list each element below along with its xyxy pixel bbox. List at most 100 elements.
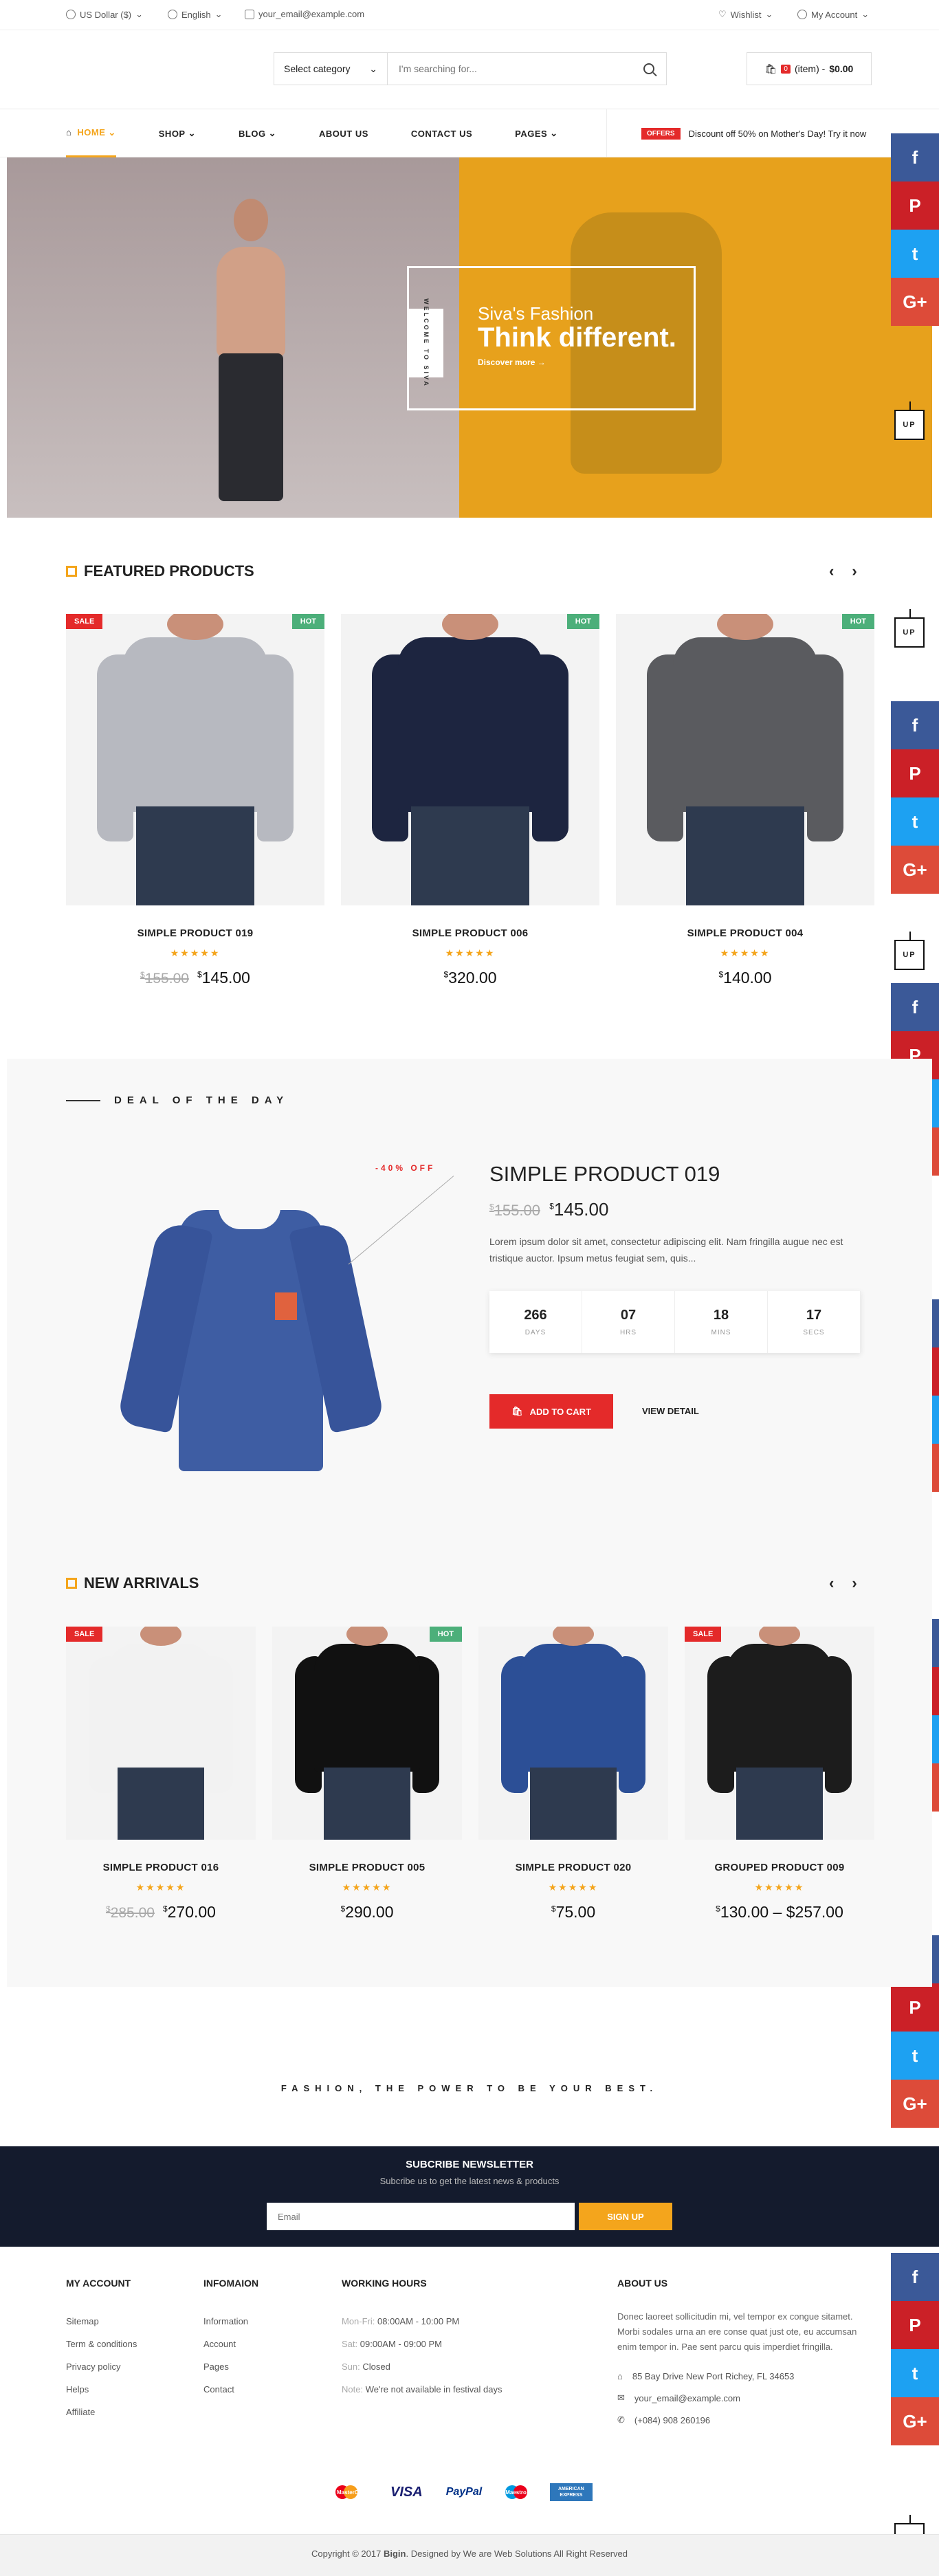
- product-card[interactable]: SALE HOT SIMPLE PRODUCT 019 ★★★★★ $155.00 $14…: [66, 614, 324, 987]
- cart-icon: 🛍: [764, 63, 777, 74]
- footer-my-account: MY ACCOUNT Sitemap Term & conditions Priva…: [66, 2278, 137, 2417]
- cart-button[interactable]: 🛍 0 (item) - $0.00: [747, 52, 872, 85]
- product-name[interactable]: SIMPLE PRODUCT 006: [341, 927, 599, 939]
- mail-icon: ✉: [617, 2392, 625, 2403]
- pinterest-icon[interactable]: P: [891, 749, 939, 797]
- product-image[interactable]: [478, 1627, 668, 1840]
- pinterest-icon[interactable]: P: [891, 2301, 939, 2349]
- hot-badge: HOT: [841, 614, 874, 629]
- sign-up-button[interactable]: SIGN UP: [579, 2203, 672, 2230]
- product-name[interactable]: SIMPLE PRODUCT 016: [66, 1862, 256, 1873]
- next-arrow-icon[interactable]: ›: [852, 1574, 857, 1592]
- chevron-down-icon: ⌄: [369, 63, 377, 74]
- product-image[interactable]: SALE: [66, 1627, 256, 1840]
- my-account-link[interactable]: My Account ⌄: [797, 9, 869, 20]
- product-card[interactable]: SIMPLE PRODUCT 020 ★★★★★ $75.00: [478, 1627, 668, 1922]
- deal-product-image[interactable]: [116, 1196, 386, 1485]
- social-share-bar: fPtG+: [891, 701, 939, 894]
- product-image[interactable]: HOT: [616, 614, 874, 905]
- visa-icon: VISA: [390, 2484, 423, 2500]
- footer-link[interactable]: Pages: [203, 2362, 258, 2372]
- facebook-icon[interactable]: f: [891, 133, 939, 181]
- email-field[interactable]: [267, 2203, 575, 2230]
- prev-arrow-icon[interactable]: ‹: [829, 1574, 834, 1592]
- product-image[interactable]: HOT: [272, 1627, 462, 1840]
- nav-item-shop[interactable]: SHOP ⌄: [159, 109, 196, 157]
- facebook-icon[interactable]: f: [891, 701, 939, 749]
- footer-link[interactable]: Affiliate: [66, 2407, 137, 2417]
- nav-item-home[interactable]: ⌂ HOME ⌄: [66, 109, 116, 157]
- countdown-hrs: 07 HRS: [582, 1291, 675, 1353]
- view-detail-link[interactable]: VIEW DETAIL: [642, 1406, 699, 1416]
- deal-discount-label: -40% OFF: [375, 1163, 436, 1173]
- product-card[interactable]: HOT SIMPLE PRODUCT 006 ★★★★★ $320.00: [341, 614, 599, 987]
- footer-link[interactable]: Account: [203, 2339, 258, 2349]
- topbar-email[interactable]: your_email@example.com: [245, 9, 364, 19]
- hours-row: Sun: Closed: [342, 2362, 390, 2372]
- email-row[interactable]: ✉ your_email@example.com: [617, 2392, 866, 2403]
- product-card[interactable]: HOT SIMPLE PRODUCT 004 ★★★★★ $140.00: [616, 614, 874, 987]
- hot-badge: HOT: [429, 1627, 462, 1642]
- top-bar: US Dollar ($) ⌄ English ⌄ your_email@examp…: [0, 0, 939, 30]
- product-price: $290.00: [272, 1903, 462, 1922]
- back-to-top-button[interactable]: UP: [894, 609, 925, 648]
- twitter-icon[interactable]: t: [891, 230, 939, 278]
- wishlist-link[interactable]: ♡ Wishlist ⌄: [718, 9, 773, 20]
- back-to-top-button[interactable]: UP: [894, 932, 925, 970]
- google-plus-icon[interactable]: G+: [891, 2397, 939, 2445]
- nav-item-blog[interactable]: BLOG ⌄: [239, 109, 276, 157]
- nav-item-contact[interactable]: CONTACT US: [411, 109, 472, 157]
- footer-link[interactable]: Helps: [66, 2384, 137, 2395]
- twitter-icon[interactable]: t: [891, 797, 939, 846]
- footer-link[interactable]: Contact: [203, 2384, 258, 2395]
- google-plus-icon[interactable]: G+: [891, 846, 939, 894]
- product-image[interactable]: HOT: [341, 614, 599, 905]
- header: Select category⌄ 🛍 0 (item) - $0.00: [0, 30, 939, 109]
- footer-link[interactable]: Sitemap: [66, 2316, 137, 2326]
- user-icon: [797, 10, 807, 19]
- product-name[interactable]: GROUPED PRODUCT 009: [685, 1862, 874, 1873]
- offer-banner[interactable]: OFFERS Discount off 50% on Mother's Day!…: [606, 109, 866, 157]
- language-selector[interactable]: English ⌄: [168, 9, 223, 20]
- product-card[interactable]: HOT SIMPLE PRODUCT 005 ★★★★★ $290.00: [272, 1627, 462, 1922]
- brand-link[interactable]: Bigin: [384, 2549, 406, 2559]
- chevron-down-icon: ⌄: [214, 9, 223, 19]
- pinterest-icon[interactable]: P: [891, 1983, 939, 2032]
- product-name[interactable]: SIMPLE PRODUCT 020: [478, 1862, 668, 1873]
- search-input[interactable]: [388, 53, 632, 85]
- product-image[interactable]: SALE HOT: [66, 614, 324, 905]
- currency-selector[interactable]: US Dollar ($) ⌄: [66, 9, 143, 20]
- product-name[interactable]: SIMPLE PRODUCT 004: [616, 927, 874, 939]
- twitter-icon[interactable]: t: [891, 2349, 939, 2397]
- hero-discover-link[interactable]: Discover more →: [478, 357, 546, 367]
- paypal-icon: PayPal: [445, 2486, 483, 2498]
- product-card[interactable]: SALE GROUPED PRODUCT 009 ★★★★★ $130.00 – $2…: [685, 1627, 874, 1922]
- chevron-down-icon: ⌄: [861, 9, 870, 19]
- next-arrow-icon[interactable]: ›: [852, 562, 857, 580]
- footer-link[interactable]: Privacy policy: [66, 2362, 137, 2372]
- phone-row[interactable]: ✆ (+084) 908 260196: [617, 2414, 866, 2425]
- footer-link[interactable]: Term & conditions: [66, 2339, 137, 2349]
- facebook-icon[interactable]: f: [891, 2253, 939, 2301]
- bag-icon: 🛍: [511, 1406, 523, 1416]
- product-name[interactable]: SIMPLE PRODUCT 005: [272, 1862, 462, 1873]
- product-image[interactable]: SALE: [685, 1627, 874, 1840]
- footer-link[interactable]: Information: [203, 2316, 258, 2326]
- deal-product-name[interactable]: SIMPLE PRODUCT 019: [489, 1162, 720, 1187]
- hours-row: Sat: 09:00AM - 09:00 PM: [342, 2339, 442, 2349]
- twitter-icon[interactable]: t: [891, 2032, 939, 2080]
- product-card[interactable]: SALE SIMPLE PRODUCT 016 ★★★★★ $285.00 $270.0…: [66, 1627, 256, 1922]
- back-to-top-button[interactable]: UP: [894, 401, 925, 440]
- prev-arrow-icon[interactable]: ‹: [829, 562, 834, 580]
- add-to-cart-button[interactable]: 🛍 ADD TO CART: [489, 1394, 613, 1429]
- nav-item-pages[interactable]: PAGES ⌄: [515, 109, 557, 157]
- facebook-icon[interactable]: f: [891, 983, 939, 1031]
- category-select[interactable]: Select category ⌄: [274, 53, 388, 85]
- featured-title: FEATURED PRODUCTS: [66, 562, 254, 580]
- nav-item-about[interactable]: ABOUT US: [319, 109, 368, 157]
- search-button[interactable]: [632, 53, 666, 85]
- search-bar: Select category ⌄: [274, 52, 667, 85]
- pinterest-icon[interactable]: P: [891, 181, 939, 230]
- product-name[interactable]: SIMPLE PRODUCT 019: [66, 927, 324, 939]
- google-plus-icon[interactable]: G+: [891, 278, 939, 326]
